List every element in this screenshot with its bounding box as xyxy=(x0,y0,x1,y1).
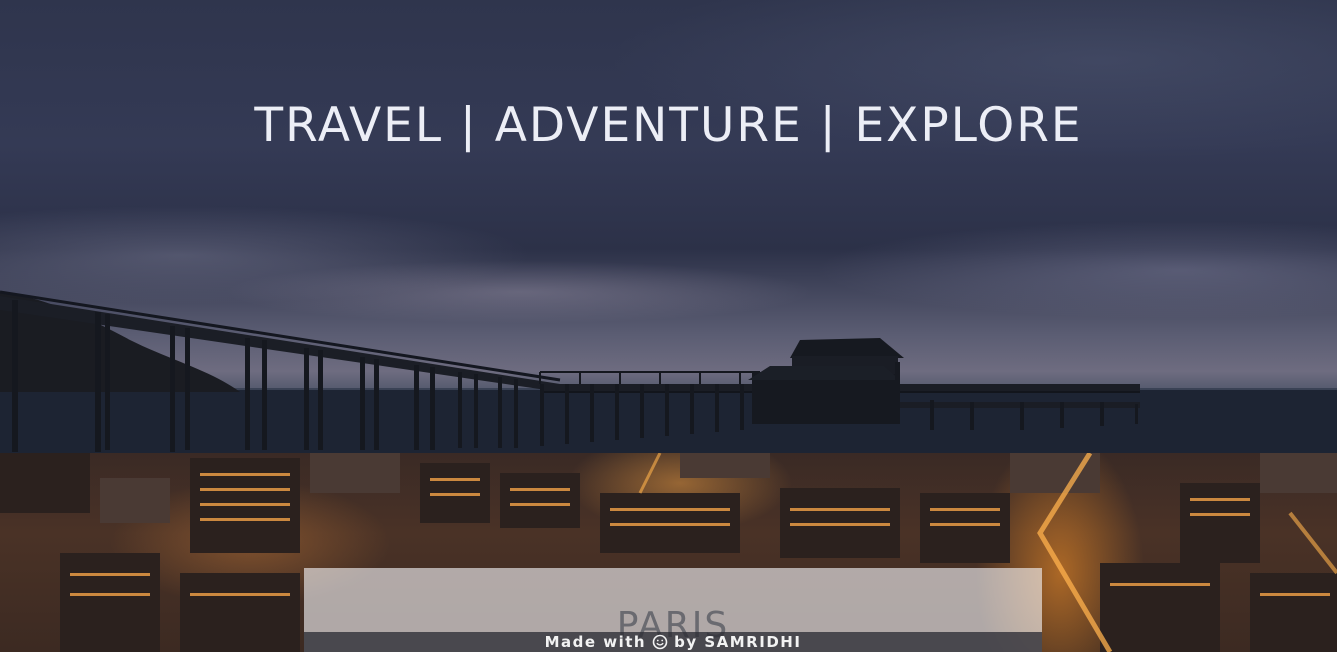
footer-author: by SAMRIDHI xyxy=(674,633,802,651)
hero-title: TRAVEL | ADVENTURE | EXPLORE xyxy=(254,98,1083,153)
footer-bar: Made with by SAMRIDHI xyxy=(304,632,1042,652)
footer-made-with: Made with xyxy=(544,633,647,651)
hero-banner: TRAVEL | ADVENTURE | EXPLORE xyxy=(0,0,1337,453)
smile-icon xyxy=(652,634,668,650)
pier-silhouette xyxy=(0,290,1337,453)
